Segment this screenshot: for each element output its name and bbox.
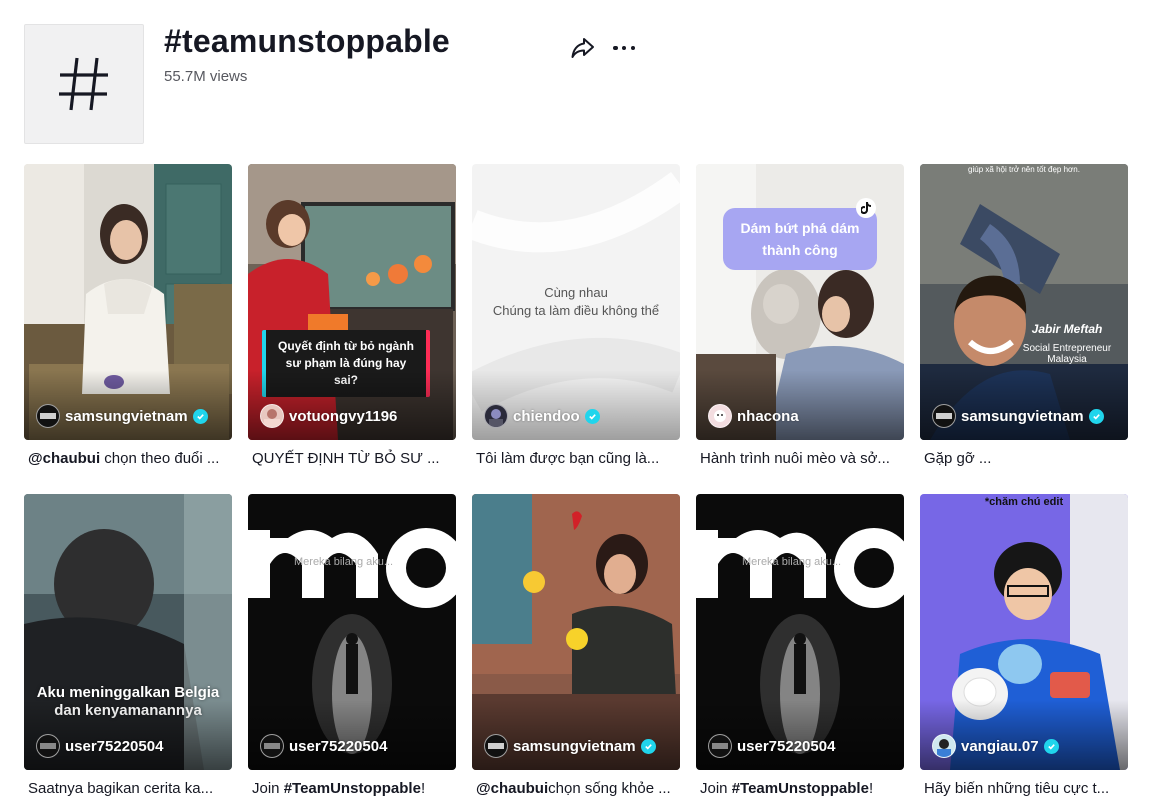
hashtag-title: #teamunstoppable [164, 23, 450, 59]
avatar [708, 734, 732, 758]
share-button[interactable] [570, 35, 596, 61]
video-owner[interactable]: vangiau.07 [932, 734, 1059, 758]
video-owner[interactable]: votuongvy1196 [260, 404, 397, 428]
video-thumbnail[interactable]: giúp xã hội trở nên tốt đẹp hơn. Jabir M… [920, 164, 1128, 440]
video-caption[interactable]: Gặp gỡ ... [920, 448, 1124, 470]
video-overlay-text: *chăm chú edit [984, 496, 1064, 508]
video-overlay-text: Mereka bilang aku... [742, 556, 842, 568]
owner-username: user75220504 [65, 737, 164, 755]
video-thumbnail[interactable]: *chăm chú edit vangiau.07 [920, 494, 1128, 770]
hashtag-header: #teamunstoppable 55.7M views [24, 24, 644, 144]
video-owner[interactable]: chiendoo [484, 404, 600, 428]
video-thumbnail[interactable]: Cùng nhau Chúng ta làm điều không thể ch… [472, 164, 680, 440]
video-overlay-top-text: giúp xã hội trở nên tốt đẹp hơn. [968, 165, 1080, 174]
video-thumbnail[interactable]: samsungvietnam [472, 494, 680, 770]
video-thumbnail[interactable]: Mereka bilang aku... user75220504 [696, 494, 904, 770]
video-card[interactable]: Dám bứt phá dám thành công nhacona Hành … [696, 164, 904, 470]
avatar [260, 404, 284, 428]
video-overlay-text: Cùng nhau Chúng ta làm điều không thể [492, 285, 660, 318]
video-thumbnail[interactable]: Dám bứt phá dám thành công nhacona [696, 164, 904, 440]
more-options-button[interactable] [612, 36, 636, 60]
owner-username: vangiau.07 [961, 737, 1039, 755]
video-thumbnail[interactable]: Mereka bilang aku... user75220504 [248, 494, 456, 770]
verified-badge-icon [1088, 408, 1104, 424]
verified-badge-icon [640, 738, 656, 754]
video-owner[interactable]: user75220504 [36, 734, 163, 758]
hashtag-view-count: 55.7M views [164, 68, 248, 85]
video-caption[interactable]: @chaubui chọn theo đuổi ... [24, 448, 228, 470]
video-overlay-person: Jabir Meftah Social Entrepreneur Malaysi… [1022, 322, 1112, 365]
video-owner[interactable]: samsungvietnam [36, 404, 208, 428]
owner-username: samsungvietnam [65, 407, 188, 425]
video-card[interactable]: samsungvietnam @chaubui chọn theo đuổi .… [24, 164, 232, 470]
avatar [260, 734, 284, 758]
video-owner[interactable]: user75220504 [260, 734, 387, 758]
tiktok-logo-icon [856, 198, 876, 218]
owner-username: samsungvietnam [513, 737, 636, 755]
avatar [36, 734, 60, 758]
avatar [484, 734, 508, 758]
video-overlay-bubble: Dám bứt phá dám thành công [723, 208, 877, 270]
owner-username: user75220504 [289, 737, 388, 755]
video-owner[interactable]: samsungvietnam [932, 404, 1104, 428]
video-caption[interactable]: Saatnya bagikan cerita ka... [24, 778, 228, 800]
video-card[interactable]: Mereka bilang aku... user75220504 Join #… [248, 494, 456, 800]
video-caption[interactable]: Tôi làm được bạn cũng là... [472, 448, 676, 470]
hashtag-avatar [24, 24, 144, 144]
video-card[interactable]: Cùng nhau Chúng ta làm điều không thể ch… [472, 164, 680, 470]
avatar [708, 404, 732, 428]
video-owner[interactable]: user75220504 [708, 734, 835, 758]
hashtag-icon [59, 57, 108, 111]
video-caption[interactable]: @chaubuichọn sống khỏe ... [472, 778, 676, 800]
video-card[interactable]: giúp xã hội trở nên tốt đẹp hơn. Jabir M… [920, 164, 1128, 470]
video-thumbnail[interactable]: Aku meninggalkan Belgia dan kenyamananny… [24, 494, 232, 770]
video-thumbnail[interactable]: samsungvietnam [24, 164, 232, 440]
verified-badge-icon [192, 408, 208, 424]
verified-badge-icon [584, 408, 600, 424]
video-caption[interactable]: Join #TeamUnstoppable! [248, 778, 452, 800]
video-card[interactable]: Quyết định từ bỏ ngành sư phạm là đúng h… [248, 164, 456, 470]
video-caption[interactable]: Hành trình nuôi mèo và sở... [696, 448, 900, 470]
owner-username: votuongvy1196 [289, 407, 398, 425]
owner-username: nhacona [737, 407, 799, 425]
video-card[interactable]: Mereka bilang aku... user75220504 Join #… [696, 494, 904, 800]
video-thumbnail[interactable]: Quyết định từ bỏ ngành sư phạm là đúng h… [248, 164, 456, 440]
avatar [484, 404, 508, 428]
video-overlay-text: Mereka bilang aku... [294, 556, 394, 568]
video-owner[interactable]: samsungvietnam [484, 734, 656, 758]
owner-username: samsungvietnam [961, 407, 1084, 425]
verified-badge-icon [1043, 738, 1059, 754]
avatar [932, 734, 956, 758]
video-caption[interactable]: Join #TeamUnstoppable! [696, 778, 900, 800]
more-options-icon [613, 45, 618, 51]
video-owner[interactable]: nhacona [708, 404, 799, 428]
video-card[interactable]: Aku meninggalkan Belgia dan kenyamananny… [24, 494, 232, 800]
share-icon [571, 38, 594, 58]
owner-username: chiendoo [513, 407, 580, 425]
avatar [932, 404, 956, 428]
owner-username: user75220504 [737, 737, 836, 755]
video-card[interactable]: samsungvietnam @chaubuichọn sống khỏe ..… [472, 494, 680, 800]
video-caption[interactable]: QUYẾT ĐỊNH TỪ BỎ SƯ ... [248, 448, 452, 470]
video-caption[interactable]: Hãy biến những tiêu cực t... [920, 778, 1124, 800]
video-card[interactable]: *chăm chú edit vangiau.07 Hãy biến những… [920, 494, 1128, 800]
avatar [36, 404, 60, 428]
